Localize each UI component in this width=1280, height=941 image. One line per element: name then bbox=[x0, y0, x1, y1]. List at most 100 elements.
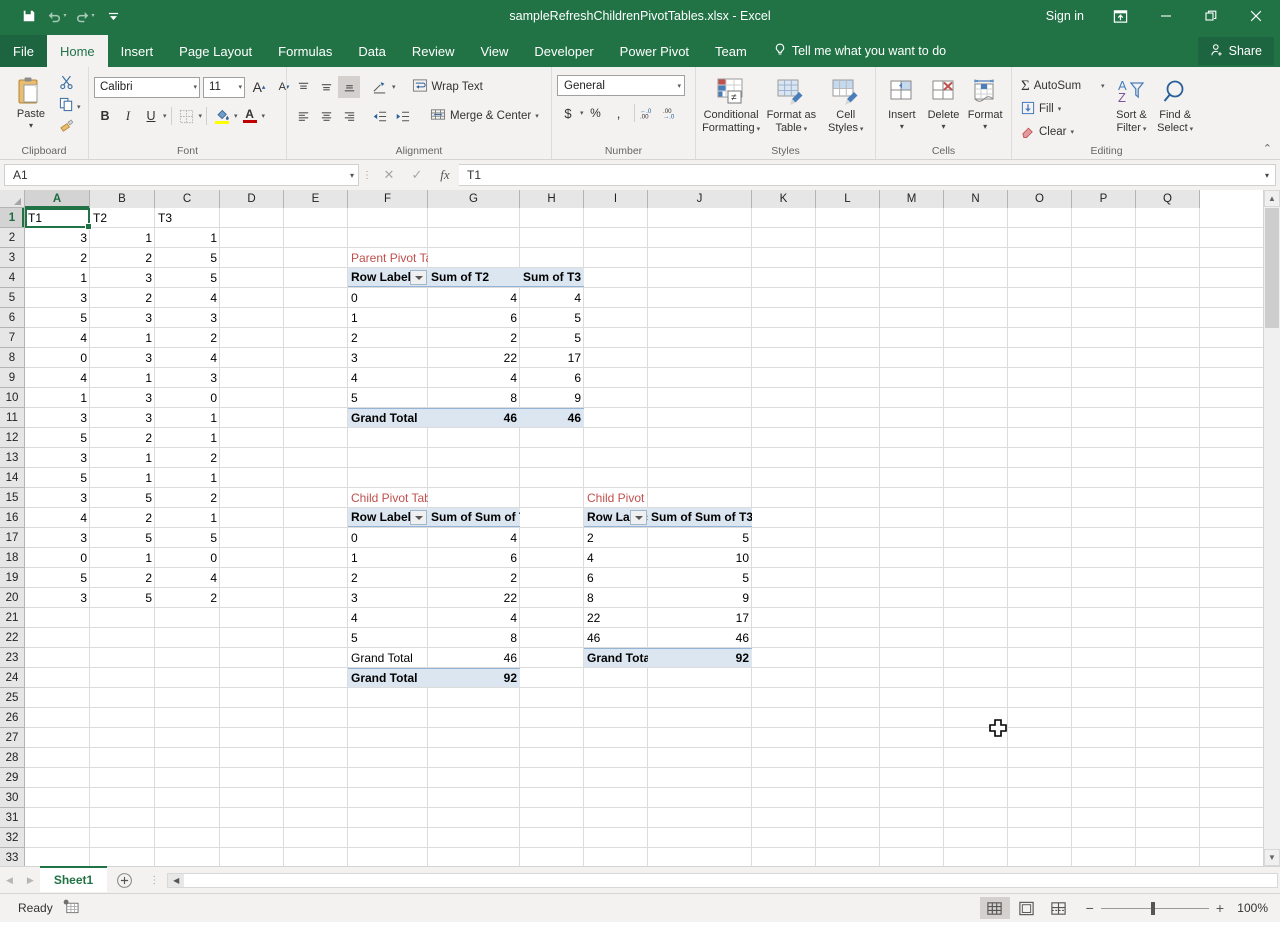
chevron-down-icon[interactable]: ▾ bbox=[392, 83, 396, 91]
align-middle-button[interactable] bbox=[315, 76, 337, 98]
row-header-21[interactable]: 21 bbox=[0, 608, 24, 628]
cell-C5[interactable]: 4 bbox=[155, 288, 220, 307]
column-header-P[interactable]: P bbox=[1072, 190, 1136, 208]
row-header-24[interactable]: 24 bbox=[0, 668, 24, 688]
wrap-text-button[interactable]: Wrap Text bbox=[408, 76, 487, 98]
child-pivot-left-row-label[interactable]: 1 bbox=[348, 548, 428, 567]
column-header-K[interactable]: K bbox=[752, 190, 816, 208]
row-header-23[interactable]: 23 bbox=[0, 648, 24, 668]
cell-B20[interactable]: 5 bbox=[90, 588, 155, 607]
parent-pivot-row-value1[interactable]: 6 bbox=[428, 308, 520, 327]
row-header-27[interactable]: 27 bbox=[0, 728, 24, 748]
parent-pivot-title[interactable]: Parent Pivot Table bbox=[348, 248, 428, 267]
increase-indent-button[interactable] bbox=[392, 105, 414, 127]
cell-B2[interactable]: 1 bbox=[90, 228, 155, 247]
row-header-17[interactable]: 17 bbox=[0, 528, 24, 548]
cell-C18[interactable]: 0 bbox=[155, 548, 220, 567]
tab-view[interactable]: View bbox=[467, 35, 521, 67]
vertical-scrollbar[interactable]: ▲ ▼ bbox=[1263, 190, 1280, 866]
chevron-down-icon[interactable]: ▾ bbox=[1188, 126, 1193, 133]
cell-C20[interactable]: 2 bbox=[155, 588, 220, 607]
column-header-A[interactable]: A bbox=[25, 190, 90, 208]
chevron-down-icon[interactable]: ▾ bbox=[1141, 126, 1146, 133]
format-cells-button[interactable]: Format ▾ bbox=[964, 73, 1006, 131]
column-header-N[interactable]: N bbox=[944, 190, 1008, 208]
cell-A15[interactable]: 3 bbox=[25, 488, 90, 507]
previous-sheet-icon[interactable]: ◀ bbox=[6, 875, 13, 886]
record-macro-icon[interactable] bbox=[63, 899, 79, 918]
cut-button[interactable] bbox=[57, 75, 81, 95]
child-pivot-right-title[interactable]: Child Pivot Table bbox=[584, 488, 648, 507]
tab-page-layout[interactable]: Page Layout bbox=[166, 35, 265, 67]
cell-A11[interactable]: 3 bbox=[25, 408, 90, 427]
cell-B17[interactable]: 5 bbox=[90, 528, 155, 547]
parent-pivot-row-value1[interactable]: 4 bbox=[428, 288, 520, 307]
child-pivot-left-row-value1[interactable]: 8 bbox=[428, 628, 520, 647]
sheet-tab-sheet1[interactable]: Sheet1 bbox=[40, 866, 107, 892]
cell-B1[interactable]: T2 bbox=[90, 208, 155, 227]
cell-B16[interactable]: 2 bbox=[90, 508, 155, 527]
tab-home[interactable]: Home bbox=[47, 35, 108, 67]
cell-A5[interactable]: 3 bbox=[25, 288, 90, 307]
cell-C4[interactable]: 5 bbox=[155, 268, 220, 287]
child-pivot-left-row-label[interactable]: 2 bbox=[348, 568, 428, 587]
expand-formula-bar-icon[interactable]: ▾ bbox=[1265, 171, 1269, 180]
column-header-F[interactable]: F bbox=[348, 190, 428, 208]
cell-C1[interactable]: T3 bbox=[155, 208, 220, 227]
chevron-down-icon[interactable]: ▾ bbox=[163, 112, 167, 120]
tab-file[interactable]: File bbox=[0, 35, 47, 67]
copy-button[interactable]: ▾ bbox=[57, 97, 81, 117]
child-pivot-left-row-label[interactable]: 4 bbox=[348, 608, 428, 627]
row-header-10[interactable]: 10 bbox=[0, 388, 24, 408]
pivot-filter-dropdown-button[interactable] bbox=[410, 270, 427, 285]
orientation-button[interactable] bbox=[369, 76, 391, 98]
cancel-formula-icon[interactable]: ✕ bbox=[375, 164, 403, 186]
cell-C8[interactable]: 4 bbox=[155, 348, 220, 367]
tab-formulas[interactable]: Formulas bbox=[265, 35, 345, 67]
align-left-button[interactable] bbox=[292, 105, 314, 127]
minimize-button[interactable] bbox=[1143, 0, 1188, 32]
child-pivot-right-row-value1[interactable]: 46 bbox=[648, 628, 752, 647]
tab-power-pivot[interactable]: Power Pivot bbox=[607, 35, 702, 67]
cell-A14[interactable]: 5 bbox=[25, 468, 90, 487]
row-header-11[interactable]: 11 bbox=[0, 408, 24, 428]
parent-pivot-row-value2[interactable]: 5 bbox=[520, 308, 584, 327]
normal-view-button[interactable] bbox=[980, 897, 1010, 919]
cell-A4[interactable]: 1 bbox=[25, 268, 90, 287]
child-pivot-right-row-label[interactable]: 22 bbox=[584, 608, 648, 627]
cell-area[interactable]: T1T2T33112251353245334120344131303315213… bbox=[25, 208, 1263, 866]
cell-A20[interactable]: 3 bbox=[25, 588, 90, 607]
chevron-down-icon[interactable]: ▾ bbox=[535, 112, 539, 120]
scroll-up-arrow-icon[interactable]: ▲ bbox=[1264, 190, 1280, 207]
enter-formula-icon[interactable]: ✓ bbox=[403, 164, 431, 186]
zoom-in-button[interactable]: + bbox=[1216, 900, 1224, 916]
tab-review[interactable]: Review bbox=[399, 35, 468, 67]
child-pivot-left-grand-total-label[interactable]: Grand Total bbox=[348, 668, 428, 687]
format-painter-button[interactable] bbox=[57, 119, 81, 139]
child-pivot-right-header-col1[interactable]: Sum of Sum of T3 bbox=[648, 508, 752, 527]
parent-pivot-header-col1[interactable]: Sum of T2 bbox=[428, 268, 520, 287]
comma-format-button[interactable]: , bbox=[608, 102, 630, 124]
cell-A2[interactable]: 3 bbox=[25, 228, 90, 247]
cell-A17[interactable]: 3 bbox=[25, 528, 90, 547]
font-color-button[interactable]: A bbox=[239, 105, 261, 127]
parent-pivot-row-value2[interactable]: 6 bbox=[520, 368, 584, 387]
cell-A6[interactable]: 5 bbox=[25, 308, 90, 327]
fill-button[interactable]: Fill ▾ bbox=[1017, 98, 1109, 120]
child-pivot-right-row-label[interactable]: 6 bbox=[584, 568, 648, 587]
child-pivot-right-row-label[interactable]: 2 bbox=[584, 528, 648, 547]
cell-A1[interactable]: T1 bbox=[25, 208, 90, 227]
chevron-down-icon[interactable]: ▾ bbox=[234, 112, 238, 120]
increase-decimal-button[interactable]: .00→.0 bbox=[662, 102, 684, 124]
child-pivot-left-row-value1[interactable]: 4 bbox=[428, 528, 520, 547]
page-break-preview-button[interactable] bbox=[1044, 897, 1074, 919]
undo-icon[interactable]: ▾ bbox=[44, 4, 70, 28]
parent-pivot-row-value2[interactable]: 9 bbox=[520, 388, 584, 407]
row-header-29[interactable]: 29 bbox=[0, 768, 24, 788]
worksheet-grid[interactable]: ABCDEFGHIJKLMNOPQ 1234567891011121314151… bbox=[0, 190, 1280, 866]
tab-team[interactable]: Team bbox=[702, 35, 760, 67]
add-sheet-button[interactable] bbox=[107, 867, 141, 893]
cell-C9[interactable]: 3 bbox=[155, 368, 220, 387]
insert-function-icon[interactable]: fx bbox=[431, 164, 459, 186]
cell-C6[interactable]: 3 bbox=[155, 308, 220, 327]
